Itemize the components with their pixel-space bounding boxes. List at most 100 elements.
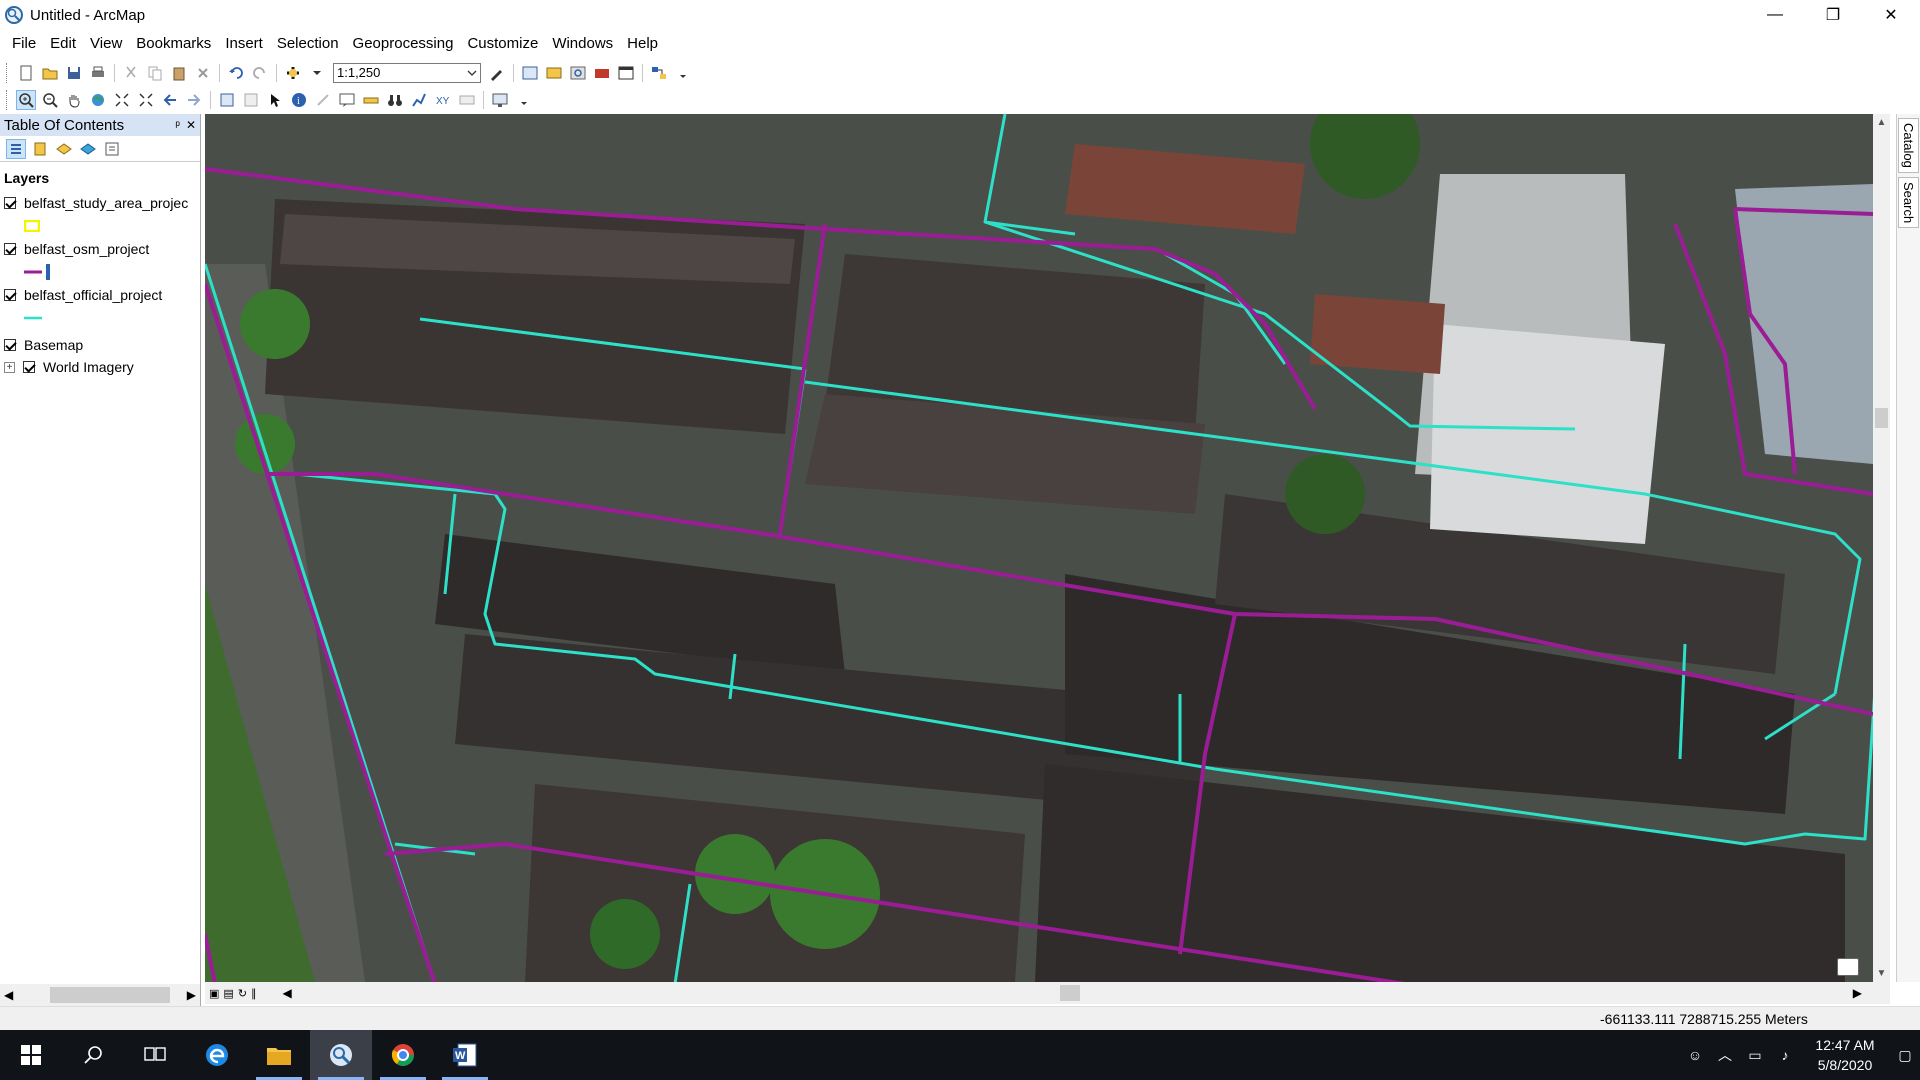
- arcmap-app-button[interactable]: [310, 1030, 372, 1080]
- data-view-icon[interactable]: ▣: [209, 987, 219, 1000]
- save-icon[interactable]: [64, 63, 84, 83]
- map-scale-dropdown[interactable]: 1:1,250: [333, 62, 481, 83]
- scroll-left-icon[interactable]: ◀: [283, 986, 292, 1000]
- menu-file[interactable]: File: [5, 30, 43, 58]
- full-extent-globe-icon[interactable]: [88, 90, 108, 110]
- notifications-icon[interactable]: ▢: [1890, 1047, 1920, 1064]
- menu-help[interactable]: Help: [620, 30, 665, 58]
- find-route-icon[interactable]: [409, 90, 429, 110]
- start-button[interactable]: [0, 1030, 62, 1080]
- scroll-thumb[interactable]: [50, 987, 170, 1003]
- restore-button[interactable]: ❐: [1804, 0, 1862, 30]
- toolbar-grip[interactable]: [6, 89, 10, 110]
- select-features-icon[interactable]: [217, 90, 237, 110]
- layer-osm[interactable]: belfast_osm_project: [4, 238, 196, 260]
- toc-options-icon[interactable]: [102, 139, 122, 159]
- arctoolbox-icon[interactable]: [592, 63, 612, 83]
- table-of-contents-icon[interactable]: [520, 63, 540, 83]
- scroll-up-icon[interactable]: ▲: [1873, 114, 1890, 131]
- menu-customize[interactable]: Customize: [460, 30, 545, 58]
- catalog-window-icon[interactable]: [544, 63, 564, 83]
- menu-selection[interactable]: Selection: [270, 30, 346, 58]
- menu-edit[interactable]: Edit: [43, 30, 83, 58]
- fixed-zoom-in-icon[interactable]: [112, 90, 132, 110]
- layer-study-area[interactable]: belfast_study_area_projec: [4, 192, 196, 214]
- pause-drawing-icon[interactable]: ∥: [251, 987, 257, 1000]
- forward-arrow-icon[interactable]: [184, 90, 204, 110]
- list-by-selection-icon[interactable]: [78, 139, 98, 159]
- word-app-button[interactable]: W: [434, 1030, 496, 1080]
- menu-geoprocessing[interactable]: Geoprocessing: [346, 30, 461, 58]
- editor-toolbar-icon[interactable]: [487, 63, 507, 83]
- select-elements-arrow-icon[interactable]: [265, 90, 285, 110]
- layer-visibility-checkbox[interactable]: [23, 361, 35, 373]
- search-tab[interactable]: Search: [1898, 176, 1919, 229]
- fixed-zoom-out-icon[interactable]: [136, 90, 156, 110]
- viewer-window-icon[interactable]: [490, 90, 510, 110]
- layer-visibility-checkbox[interactable]: [4, 197, 16, 209]
- model-builder-icon[interactable]: [649, 63, 669, 83]
- add-data-icon[interactable]: [283, 63, 303, 83]
- map-tips-icon[interactable]: [1837, 958, 1859, 976]
- toc-close-icon[interactable]: ✕: [186, 118, 196, 132]
- toolbar-options-icon[interactable]: [673, 63, 693, 83]
- menu-view[interactable]: View: [83, 30, 129, 58]
- new-document-icon[interactable]: [16, 63, 36, 83]
- measure-icon[interactable]: [361, 90, 381, 110]
- list-by-source-icon[interactable]: [30, 139, 50, 159]
- search-window-icon[interactable]: [568, 63, 588, 83]
- pan-hand-icon[interactable]: [64, 90, 84, 110]
- back-arrow-icon[interactable]: [160, 90, 180, 110]
- task-view-button[interactable]: [124, 1030, 186, 1080]
- cut-icon[interactable]: [121, 63, 141, 83]
- layer-visibility-checkbox[interactable]: [4, 243, 16, 255]
- chrome-app-button[interactable]: [372, 1030, 434, 1080]
- time-slider-icon[interactable]: [457, 90, 477, 110]
- html-popup-icon[interactable]: [337, 90, 357, 110]
- scroll-right-icon[interactable]: ▶: [1853, 986, 1862, 1000]
- delete-icon[interactable]: [193, 63, 213, 83]
- open-folder-icon[interactable]: [40, 63, 60, 83]
- scroll-left-icon[interactable]: ◀: [4, 988, 13, 1002]
- identify-icon[interactable]: i: [289, 90, 309, 110]
- show-hidden-icons-icon[interactable]: ︿: [1710, 1045, 1740, 1065]
- undo-icon[interactable]: [226, 63, 246, 83]
- python-window-icon[interactable]: [616, 63, 636, 83]
- scroll-thumb[interactable]: [1875, 408, 1888, 428]
- people-icon[interactable]: ☺: [1680, 1047, 1710, 1063]
- scroll-down-icon[interactable]: ▼: [1873, 965, 1890, 982]
- toolbar-grip[interactable]: [6, 62, 10, 83]
- minimize-button[interactable]: —: [1746, 0, 1804, 30]
- menu-windows[interactable]: Windows: [545, 30, 620, 58]
- layer-visibility-checkbox[interactable]: [4, 339, 16, 351]
- search-button[interactable]: [62, 1030, 124, 1080]
- layer-world-imagery[interactable]: + World Imagery: [4, 356, 196, 378]
- network-icon[interactable]: ▭: [1740, 1047, 1770, 1064]
- go-to-xy-icon[interactable]: XY: [433, 90, 453, 110]
- layout-view-icon[interactable]: ▤: [223, 987, 233, 1000]
- copy-icon[interactable]: [145, 63, 165, 83]
- layer-visibility-checkbox[interactable]: [4, 289, 16, 301]
- list-by-visibility-icon[interactable]: [54, 139, 74, 159]
- taskbar-clock[interactable]: 12:47 AM 5/8/2020: [1800, 1035, 1890, 1075]
- expand-plus-icon[interactable]: +: [4, 361, 15, 373]
- volume-muted-icon[interactable]: ♪: [1770, 1047, 1800, 1063]
- toc-horizontal-scrollbar[interactable]: ◀ ▶: [0, 984, 200, 1006]
- edge-app-button[interactable]: [186, 1030, 248, 1080]
- chevron-down-icon[interactable]: [307, 63, 327, 83]
- pin-icon[interactable]: ᵖ: [175, 118, 180, 132]
- clear-selection-icon[interactable]: [241, 90, 261, 110]
- close-button[interactable]: ✕: [1862, 0, 1920, 30]
- catalog-tab[interactable]: Catalog: [1898, 118, 1919, 173]
- map-horizontal-scroll-thumb[interactable]: [1060, 985, 1080, 1001]
- file-explorer-app-button[interactable]: [248, 1030, 310, 1080]
- redo-icon[interactable]: [250, 63, 270, 83]
- group-basemap[interactable]: Basemap: [4, 334, 196, 356]
- zoom-out-icon[interactable]: [40, 90, 60, 110]
- find-binoculars-icon[interactable]: [385, 90, 405, 110]
- layer-official[interactable]: belfast_official_project: [4, 284, 196, 306]
- print-icon[interactable]: [88, 63, 108, 83]
- zoom-in-icon[interactable]: [16, 89, 36, 110]
- menu-bookmarks[interactable]: Bookmarks: [129, 30, 218, 58]
- menu-insert[interactable]: Insert: [218, 30, 270, 58]
